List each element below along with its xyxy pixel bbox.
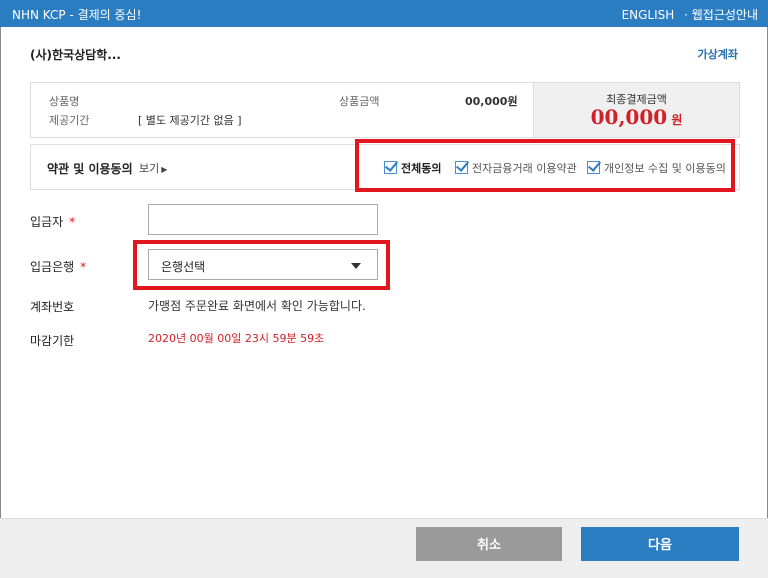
terms-title: 약관 및 이용동의 bbox=[47, 162, 133, 176]
product-amount-value: 00,000원 bbox=[465, 95, 518, 108]
product-name-label: 상품명 bbox=[49, 95, 80, 108]
required-mark: * bbox=[80, 260, 87, 274]
title-bar: NHN KCP - 결제의 중심! ENGLISH · 웹접근성안내 bbox=[0, 0, 768, 27]
cancel-button[interactable]: 취소 bbox=[416, 527, 562, 561]
depositor-input[interactable] bbox=[148, 204, 378, 235]
terms-view-link[interactable]: 보기 ▶ bbox=[139, 160, 167, 176]
account-label: 계좌번호 bbox=[30, 300, 75, 314]
highlight-box-terms bbox=[355, 139, 735, 192]
next-button[interactable]: 다음 bbox=[581, 527, 739, 561]
payment-method-label: 가상계좌 bbox=[697, 48, 738, 61]
merchant-name: (사)한국상담학... bbox=[30, 48, 121, 62]
final-amount-box: 최종결제금액 00,000 원 bbox=[533, 83, 739, 137]
period-label: 제공기간 bbox=[49, 114, 90, 127]
bank-label-text: 입금은행 bbox=[30, 260, 75, 274]
final-amount-unit: 원 bbox=[671, 113, 683, 127]
bank-label: 입금은행 * bbox=[30, 258, 86, 275]
depositor-label: 입금자 * bbox=[30, 213, 75, 230]
highlight-box-bank bbox=[133, 240, 390, 290]
accessibility-link[interactable]: · 웹접근성안내 bbox=[684, 8, 758, 22]
final-amount: 00,000 원 bbox=[534, 105, 739, 129]
account-note: 가맹점 주문완료 화면에서 확인 가능합니다. bbox=[148, 299, 366, 313]
depositor-label-text: 입금자 bbox=[30, 215, 64, 229]
period-value: [ 별도 제공기간 없음 ] bbox=[138, 114, 242, 127]
chevron-right-icon: ▶ bbox=[161, 165, 168, 174]
english-link[interactable]: ENGLISH bbox=[622, 8, 675, 22]
product-info-box: 상품명 제공기간 [ 별도 제공기간 없음 ] 상품금액 00,000원 최종결… bbox=[30, 82, 740, 138]
top-links: ENGLISH · 웹접근성안내 bbox=[616, 6, 758, 23]
window-title: NHN KCP - 결제의 중심! bbox=[12, 8, 142, 22]
required-mark: * bbox=[69, 215, 76, 229]
final-amount-value: 00,000 bbox=[590, 105, 668, 129]
product-amount-label: 상품금액 bbox=[339, 95, 380, 108]
terms-view-label: 보기 bbox=[139, 162, 160, 175]
deadline-label: 마감기한 bbox=[30, 334, 75, 348]
deadline-value: 2020년 00월 00일 23시 59분 59초 bbox=[148, 332, 325, 345]
